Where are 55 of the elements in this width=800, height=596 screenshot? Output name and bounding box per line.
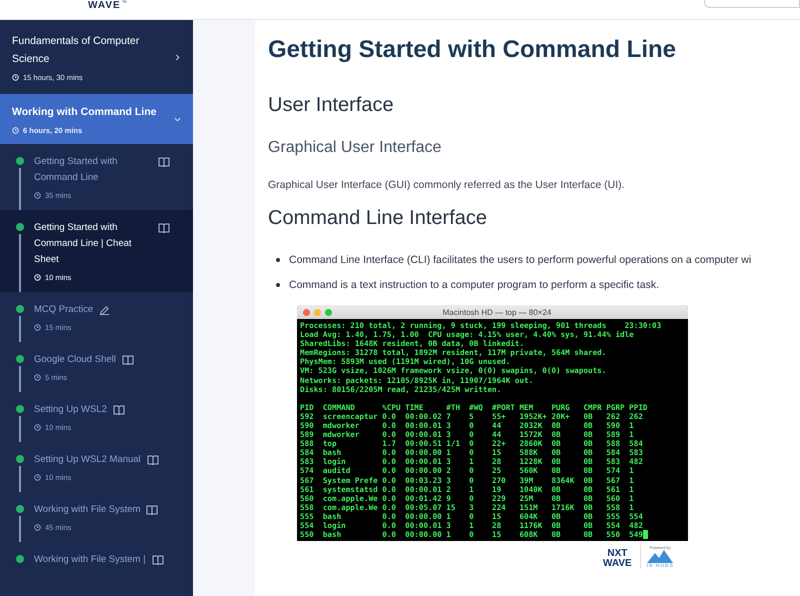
lesson-title: Google Cloud Shell <box>34 353 116 367</box>
book-icon <box>158 223 170 233</box>
book-icon <box>146 505 158 515</box>
timeline-line <box>19 316 21 342</box>
lesson-title: Getting Started with Command Line | Cheat Sheet <box>34 221 133 267</box>
logo-text: NXT <box>607 549 628 560</box>
timeline-line <box>19 416 21 442</box>
book-icon <box>122 355 134 365</box>
clock-icon <box>12 127 19 134</box>
lesson-title: Working with File System <box>34 503 140 517</box>
timeline-line <box>19 168 21 210</box>
book-icon <box>158 157 170 167</box>
lesson-title: MCQ Practice <box>34 303 94 317</box>
mountain-icon <box>647 550 674 564</box>
bullet-text: Command Line Interface (CLI) facilitates the users to perform powerful operations on a computer wi <box>289 254 752 266</box>
subsection-heading: Graphical User Interface <box>268 139 442 157</box>
book-icon <box>112 405 125 415</box>
clock-icon <box>34 324 41 331</box>
clock-icon <box>34 192 41 199</box>
lesson-title: Getting Started with Command Line <box>34 155 118 185</box>
clock-icon <box>12 74 19 81</box>
timeline-line <box>19 466 21 492</box>
clock-icon <box>34 424 41 431</box>
clock-icon <box>34 524 41 531</box>
bullet-icon <box>276 258 280 262</box>
header-field[interactable] <box>704 0 800 8</box>
logo-text: WAVE <box>603 559 632 570</box>
clock-icon <box>34 274 41 281</box>
course-title: Fundamentals of Computer Science <box>12 34 140 67</box>
paragraph: Graphical User Interface (GUI) commonly referred as the User Interface (UI). <box>268 179 626 191</box>
module-title: Working with Command Line <box>12 105 158 120</box>
close-icon <box>303 308 310 316</box>
cursor-icon <box>642 530 648 540</box>
timeline-line <box>19 516 21 542</box>
lesson-title: Working with File System | <box>34 553 146 567</box>
book-icon <box>146 455 159 465</box>
section-heading: User Interface <box>268 94 395 117</box>
timeline-line <box>19 234 21 292</box>
clock-icon <box>34 374 41 381</box>
book-icon <box>152 555 164 565</box>
logo[interactable]: WAVE <box>88 0 121 12</box>
pencil-icon <box>99 304 110 315</box>
section-heading: Command Line Interface <box>268 207 488 230</box>
page-title: Getting Started with Command Line <box>268 36 678 64</box>
chevron-icon[interactable] <box>174 54 181 60</box>
maximize-icon <box>325 308 332 316</box>
timeline-line <box>19 366 21 392</box>
lesson-item[interactable]: Working with File System | <box>0 542 193 578</box>
lesson-title: Setting Up WSL2 Manual <box>34 453 141 467</box>
bullet-icon <box>276 283 280 287</box>
lesson-title: Setting Up WSL2 <box>34 403 107 417</box>
clock-icon <box>34 474 41 481</box>
minimize-icon <box>314 308 321 316</box>
bullet-text: Command is a text instruction to a computer program to perform a specific task. <box>289 279 659 291</box>
terminal-title: Macintosh HD — top — 80×24 <box>442 308 552 316</box>
